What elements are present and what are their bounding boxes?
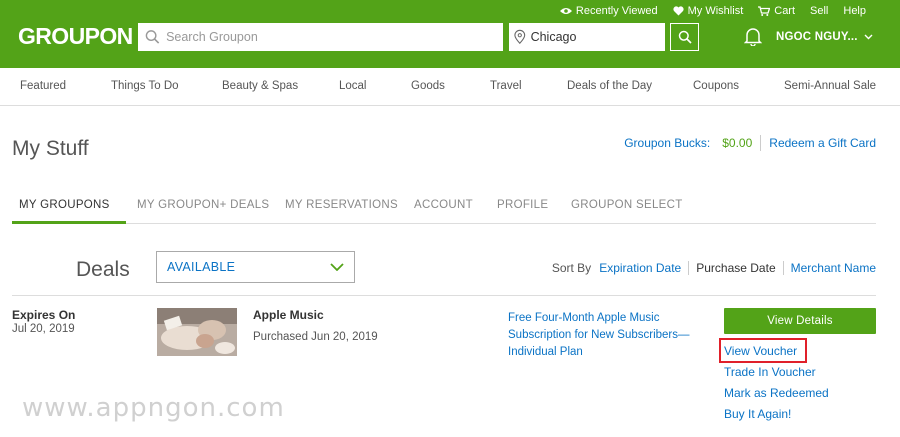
wishlist-label: My Wishlist bbox=[687, 5, 744, 17]
deals-heading: Deals bbox=[76, 258, 130, 281]
account-tabs: MY GROUPONS MY GROUPON+ DEALS MY RESERVA… bbox=[12, 187, 876, 224]
category-deals-of-the-day[interactable]: Deals of the Day bbox=[567, 80, 652, 92]
utility-links: Recently Viewed My Wishlist Cart Sell He… bbox=[559, 4, 866, 18]
bucks-amount: $0.00 bbox=[722, 136, 753, 150]
recently-viewed-label: Recently Viewed bbox=[575, 5, 658, 17]
deal-title-line: Subscription for New Subscribers— bbox=[508, 329, 690, 341]
divider bbox=[782, 261, 784, 275]
mark-as-redeemed-link[interactable]: Mark as Redeemed bbox=[724, 386, 829, 400]
cart-icon bbox=[758, 6, 771, 16]
status-filter-select[interactable]: AVAILABLE bbox=[156, 251, 355, 283]
tab-groupon-select[interactable]: GROUPON SELECT bbox=[571, 199, 683, 211]
divider bbox=[760, 135, 762, 151]
watermark-text: www.appngon.com bbox=[22, 393, 285, 423]
bucks-label[interactable]: Groupon Bucks: bbox=[624, 136, 710, 150]
help-label: Help bbox=[843, 5, 866, 17]
groupon-bucks: Groupon Bucks: $0.00 Redeem a Gift Card bbox=[624, 135, 876, 151]
sell-label: Sell bbox=[810, 5, 829, 17]
cart-label: Cart bbox=[774, 5, 796, 17]
deal-thumbnail[interactable] bbox=[157, 308, 237, 356]
cart-link[interactable]: Cart bbox=[758, 5, 795, 17]
notifications-button[interactable] bbox=[743, 27, 763, 51]
search-button[interactable] bbox=[670, 23, 699, 51]
recently-viewed-link[interactable]: Recently Viewed bbox=[559, 5, 658, 17]
divider bbox=[12, 295, 876, 296]
category-semi-annual-sale[interactable]: Semi-Annual Sale bbox=[784, 80, 876, 92]
sort-expiration-date[interactable]: Expiration Date bbox=[599, 261, 681, 275]
groupon-logo[interactable]: GROUPON bbox=[18, 23, 133, 50]
category-things-to-do[interactable]: Things To Do bbox=[111, 80, 179, 92]
deal-title-link[interactable]: Free Four-Month Apple Music Subscription… bbox=[508, 310, 708, 361]
location-input[interactable] bbox=[530, 30, 665, 44]
status-filter-value: AVAILABLE bbox=[167, 260, 236, 274]
deal-photo bbox=[157, 308, 237, 356]
sort-label: Sort By bbox=[551, 261, 592, 275]
expires-label: Expires On bbox=[12, 308, 76, 322]
location-pin-icon bbox=[514, 29, 526, 45]
deal-title-line: Free Four-Month Apple Music bbox=[508, 312, 660, 324]
sort-options: Sort By Expiration Date Purchase Date Me… bbox=[552, 261, 876, 275]
divider bbox=[688, 261, 690, 275]
search-icon bbox=[678, 30, 692, 44]
sort-purchase-date[interactable]: Purchase Date bbox=[696, 261, 775, 275]
sell-link[interactable]: Sell bbox=[810, 5, 828, 17]
chevron-down-icon bbox=[864, 34, 873, 40]
tab-account[interactable]: ACCOUNT bbox=[414, 199, 473, 211]
category-featured[interactable]: Featured bbox=[20, 80, 66, 92]
sort-merchant-name[interactable]: Merchant Name bbox=[791, 261, 876, 275]
site-header: Recently Viewed My Wishlist Cart Sell He… bbox=[0, 0, 900, 68]
user-name: NGOC NGUY... bbox=[776, 31, 858, 43]
help-link[interactable]: Help bbox=[843, 5, 866, 17]
user-menu[interactable]: NGOC NGUY... bbox=[776, 31, 873, 43]
category-beauty-spas[interactable]: Beauty & Spas bbox=[222, 80, 298, 92]
heart-icon bbox=[673, 6, 684, 16]
trade-in-voucher-link[interactable]: Trade In Voucher bbox=[724, 365, 816, 379]
buy-it-again-link[interactable]: Buy It Again! bbox=[724, 407, 791, 421]
tab-my-groupons[interactable]: MY GROUPONS bbox=[19, 199, 110, 211]
search-box bbox=[138, 23, 503, 51]
tab-profile[interactable]: PROFILE bbox=[497, 199, 548, 211]
tab-my-reservations[interactable]: MY RESERVATIONS bbox=[285, 199, 398, 211]
active-tab-indicator bbox=[12, 221, 126, 224]
category-coupons[interactable]: Coupons bbox=[693, 80, 739, 92]
search-input[interactable] bbox=[166, 30, 502, 44]
page-title: My Stuff bbox=[12, 137, 89, 160]
wishlist-link[interactable]: My Wishlist bbox=[673, 5, 744, 17]
search-icon bbox=[145, 30, 160, 44]
tab-my-groupon-plus-deals[interactable]: MY GROUPON+ DEALS bbox=[137, 199, 269, 211]
chevron-down-icon bbox=[330, 263, 344, 271]
view-details-button[interactable]: View Details bbox=[724, 308, 876, 334]
eye-icon bbox=[559, 8, 572, 14]
category-travel[interactable]: Travel bbox=[490, 80, 522, 92]
category-local[interactable]: Local bbox=[339, 80, 367, 92]
expires-date: Jul 20, 2019 bbox=[12, 323, 75, 335]
category-nav: Featured Things To Do Beauty & Spas Loca… bbox=[0, 68, 900, 106]
bell-icon bbox=[743, 28, 763, 47]
category-goods[interactable]: Goods bbox=[411, 80, 445, 92]
deal-title-line: Individual Plan bbox=[508, 346, 583, 358]
purchase-date: Purchased Jun 20, 2019 bbox=[253, 331, 378, 343]
merchant-name: Apple Music bbox=[253, 308, 324, 322]
location-box bbox=[509, 23, 665, 51]
view-voucher-link[interactable]: View Voucher bbox=[724, 344, 797, 358]
redeem-gift-card-link[interactable]: Redeem a Gift Card bbox=[769, 136, 876, 150]
